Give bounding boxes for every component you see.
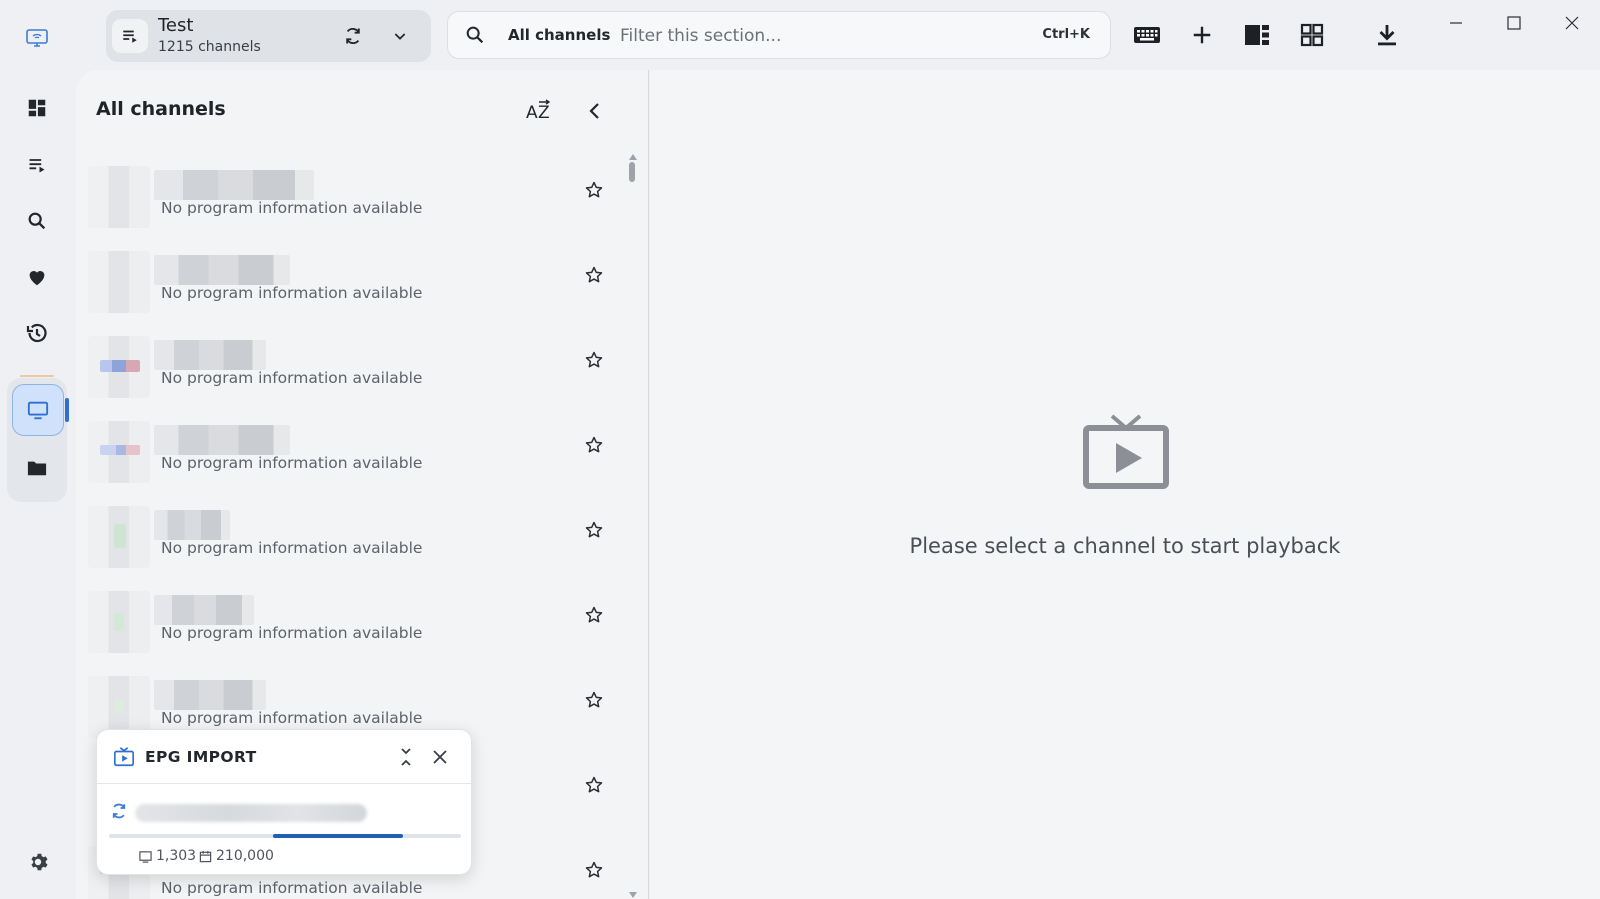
- search-input[interactable]: [620, 20, 1020, 52]
- channel-program: No program information available: [161, 624, 423, 642]
- list-title: All channels: [96, 98, 226, 120]
- history-icon[interactable]: [17, 313, 57, 353]
- scrollbar-thumb[interactable]: [629, 162, 635, 182]
- playlist-icon[interactable]: [17, 145, 57, 185]
- channel-logo: [88, 591, 150, 653]
- split-view-icon[interactable]: [1238, 16, 1276, 54]
- channel-logo: [88, 336, 150, 398]
- search-shortcut: Ctrl+K: [1042, 27, 1090, 42]
- epg-channels-count: 1,303: [156, 848, 197, 864]
- channel-program: No program information available: [161, 879, 423, 897]
- channel-logo: [88, 251, 150, 313]
- svg-text:Z: Z: [538, 103, 550, 123]
- app-logo-icon: [17, 18, 57, 58]
- tv-icon: [113, 746, 135, 768]
- epg-channels-stat: 1,303: [139, 848, 196, 864]
- playlist-title: Test: [158, 15, 194, 36]
- epg-progress-bar: [273, 834, 403, 838]
- search-icon[interactable]: [17, 201, 57, 241]
- sync-icon: [110, 802, 128, 820]
- settings-icon[interactable]: [21, 845, 55, 879]
- channel-name: [154, 595, 254, 625]
- channel-program: No program information available: [161, 539, 423, 557]
- playback-area: Please select a channel to start playbac…: [650, 70, 1600, 899]
- epg-import-panel: EPG IMPORT 1,303 210,000: [96, 729, 472, 875]
- playlist-channel-count: 1215 channels: [158, 39, 261, 55]
- epg-title: EPG IMPORT: [145, 748, 257, 766]
- channel-row[interactable]: No program information available: [76, 421, 626, 505]
- channel-row[interactable]: No program information available: [76, 506, 626, 590]
- star-icon[interactable]: [581, 857, 607, 883]
- tv-play-icon: [1082, 412, 1170, 490]
- dashboard-icon[interactable]: [17, 88, 57, 128]
- chevron-left-icon[interactable]: [578, 94, 612, 128]
- channel-row[interactable]: No program information available: [76, 336, 626, 420]
- download-icon[interactable]: [1368, 16, 1406, 54]
- star-icon[interactable]: [581, 432, 607, 458]
- live-tv-icon[interactable]: [12, 384, 64, 436]
- favorites-icon[interactable]: [17, 257, 57, 297]
- scroll-up-arrow[interactable]: [629, 154, 637, 160]
- nav-rail: [0, 0, 74, 899]
- epg-header: EPG IMPORT: [97, 730, 471, 784]
- channel-program: No program information available: [161, 284, 423, 302]
- star-icon[interactable]: [581, 687, 607, 713]
- channel-name: [154, 340, 266, 370]
- star-icon[interactable]: [581, 602, 607, 628]
- sort-az-icon[interactable]: AZ: [522, 94, 556, 128]
- scroll-down-arrow[interactable]: [629, 892, 637, 898]
- grid-view-icon[interactable]: [1293, 16, 1331, 54]
- channel-logo: [88, 506, 150, 568]
- minimize-icon[interactable]: [1432, 6, 1480, 40]
- close-icon[interactable]: [427, 744, 453, 770]
- maximize-icon[interactable]: [1490, 6, 1538, 40]
- search-scope[interactable]: All channels: [508, 26, 610, 44]
- add-icon[interactable]: [1183, 16, 1221, 54]
- playback-message: Please select a channel to start playbac…: [909, 534, 1341, 558]
- star-icon[interactable]: [581, 177, 607, 203]
- calendar-icon: [199, 850, 212, 863]
- star-icon[interactable]: [581, 262, 607, 288]
- chevron-down-icon[interactable]: [386, 22, 414, 50]
- channel-program: No program information available: [161, 709, 423, 727]
- channel-name: [154, 680, 266, 710]
- folder-icon[interactable]: [17, 448, 57, 488]
- collapse-icon[interactable]: [393, 744, 419, 770]
- search-bar[interactable]: All channels Ctrl+K: [447, 11, 1111, 59]
- channel-name: [154, 510, 230, 540]
- channel-row[interactable]: No program information available: [76, 166, 626, 250]
- epg-programs-stat: 210,000: [199, 848, 274, 864]
- star-icon[interactable]: [581, 347, 607, 373]
- star-icon[interactable]: [581, 517, 607, 543]
- svg-text:A: A: [526, 103, 538, 123]
- close-icon[interactable]: [1548, 6, 1596, 40]
- search-icon: [464, 24, 486, 46]
- channel-name: [154, 425, 290, 455]
- channel-program: No program information available: [161, 199, 423, 217]
- channel-row[interactable]: No program information available: [76, 591, 626, 675]
- rail-divider: [20, 375, 54, 377]
- channel-name: [154, 170, 314, 200]
- channel-logo: [88, 166, 150, 228]
- epg-programs-count: 210,000: [216, 848, 274, 864]
- star-icon[interactable]: [581, 772, 607, 798]
- keyboard-icon[interactable]: [1128, 16, 1166, 54]
- channel-program: No program information available: [161, 454, 423, 472]
- channel-logo: [88, 421, 150, 483]
- playlist-menu-icon[interactable]: [112, 19, 148, 53]
- active-indicator: [65, 398, 69, 422]
- channel-name: [154, 255, 290, 285]
- channel-program: No program information available: [161, 369, 423, 387]
- epg-source-name: [135, 804, 367, 822]
- channels-icon: [139, 850, 152, 863]
- playlist-selector[interactable]: Test 1215 channels: [106, 10, 431, 62]
- channel-row[interactable]: No program information available: [76, 251, 626, 335]
- refresh-icon[interactable]: [339, 22, 367, 50]
